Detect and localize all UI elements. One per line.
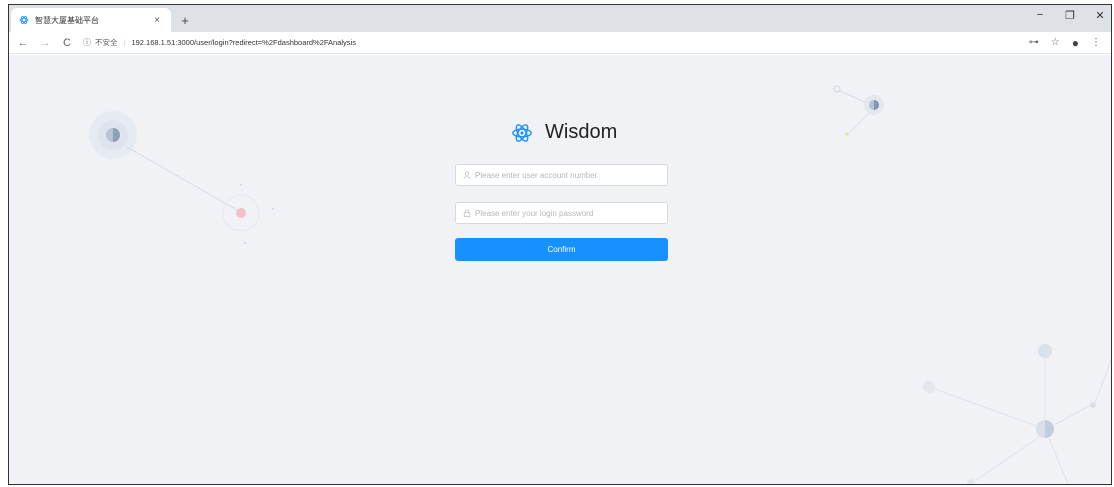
security-label: 不安全 xyxy=(95,38,118,47)
address-bar[interactable]: ⓘ 不安全 | 192.168.1.51:3000/user/login?red… xyxy=(83,37,1019,48)
restore-icon[interactable]: ❐ xyxy=(1063,9,1077,22)
confirm-button[interactable]: Confirm xyxy=(455,238,668,261)
back-icon[interactable]: ← xyxy=(17,37,29,49)
account-input[interactable] xyxy=(475,165,667,185)
account-icon[interactable]: ● xyxy=(1072,36,1079,50)
tab-close-icon[interactable]: × xyxy=(151,15,163,26)
user-icon xyxy=(463,171,471,179)
address-separator: | xyxy=(123,38,126,47)
login-page: Wisdom Confirm xyxy=(9,55,1111,484)
star-icon[interactable]: ☆ xyxy=(1051,37,1060,48)
tab-strip: 智慧大厦基础平台 × + − ❐ ✕ xyxy=(9,5,1111,32)
new-tab-button[interactable]: + xyxy=(175,8,195,32)
lock-icon xyxy=(463,209,471,217)
url-text[interactable]: 192.168.1.51:3000/user/login?redirect=%2… xyxy=(131,38,356,47)
forward-icon[interactable]: → xyxy=(39,37,51,49)
reload-icon[interactable]: C xyxy=(61,37,73,49)
info-icon[interactable]: ⓘ xyxy=(83,37,91,48)
key-icon[interactable]: ⊶ xyxy=(1029,37,1039,48)
brand-title: Wisdom xyxy=(545,121,618,143)
atom-logo-icon xyxy=(512,123,532,142)
close-window-icon[interactable]: ✕ xyxy=(1093,9,1107,22)
tab-title: 智慧大厦基础平台 xyxy=(35,15,99,25)
password-field[interactable] xyxy=(455,202,668,224)
background-decoration xyxy=(89,85,1111,484)
browser-toolbar: ← → C ⓘ 不安全 | 192.168.1.51:3000/user/log… xyxy=(9,32,1111,54)
password-input[interactable] xyxy=(475,203,667,223)
atom-favicon-icon xyxy=(19,16,29,24)
browser-window: 智慧大厦基础平台 × + − ❐ ✕ ← → C ⓘ 不安全 | 192.168… xyxy=(8,4,1112,485)
account-field[interactable] xyxy=(455,164,668,186)
toolbar-actions: ⊶ ☆ ● ⋮ xyxy=(1029,36,1101,50)
brand: Wisdom xyxy=(511,121,617,144)
menu-icon[interactable]: ⋮ xyxy=(1091,37,1101,48)
window-controls: − ❐ ✕ xyxy=(1033,9,1107,22)
browser-tab[interactable]: 智慧大厦基础平台 × xyxy=(11,8,171,32)
minimize-icon[interactable]: − xyxy=(1033,9,1047,22)
